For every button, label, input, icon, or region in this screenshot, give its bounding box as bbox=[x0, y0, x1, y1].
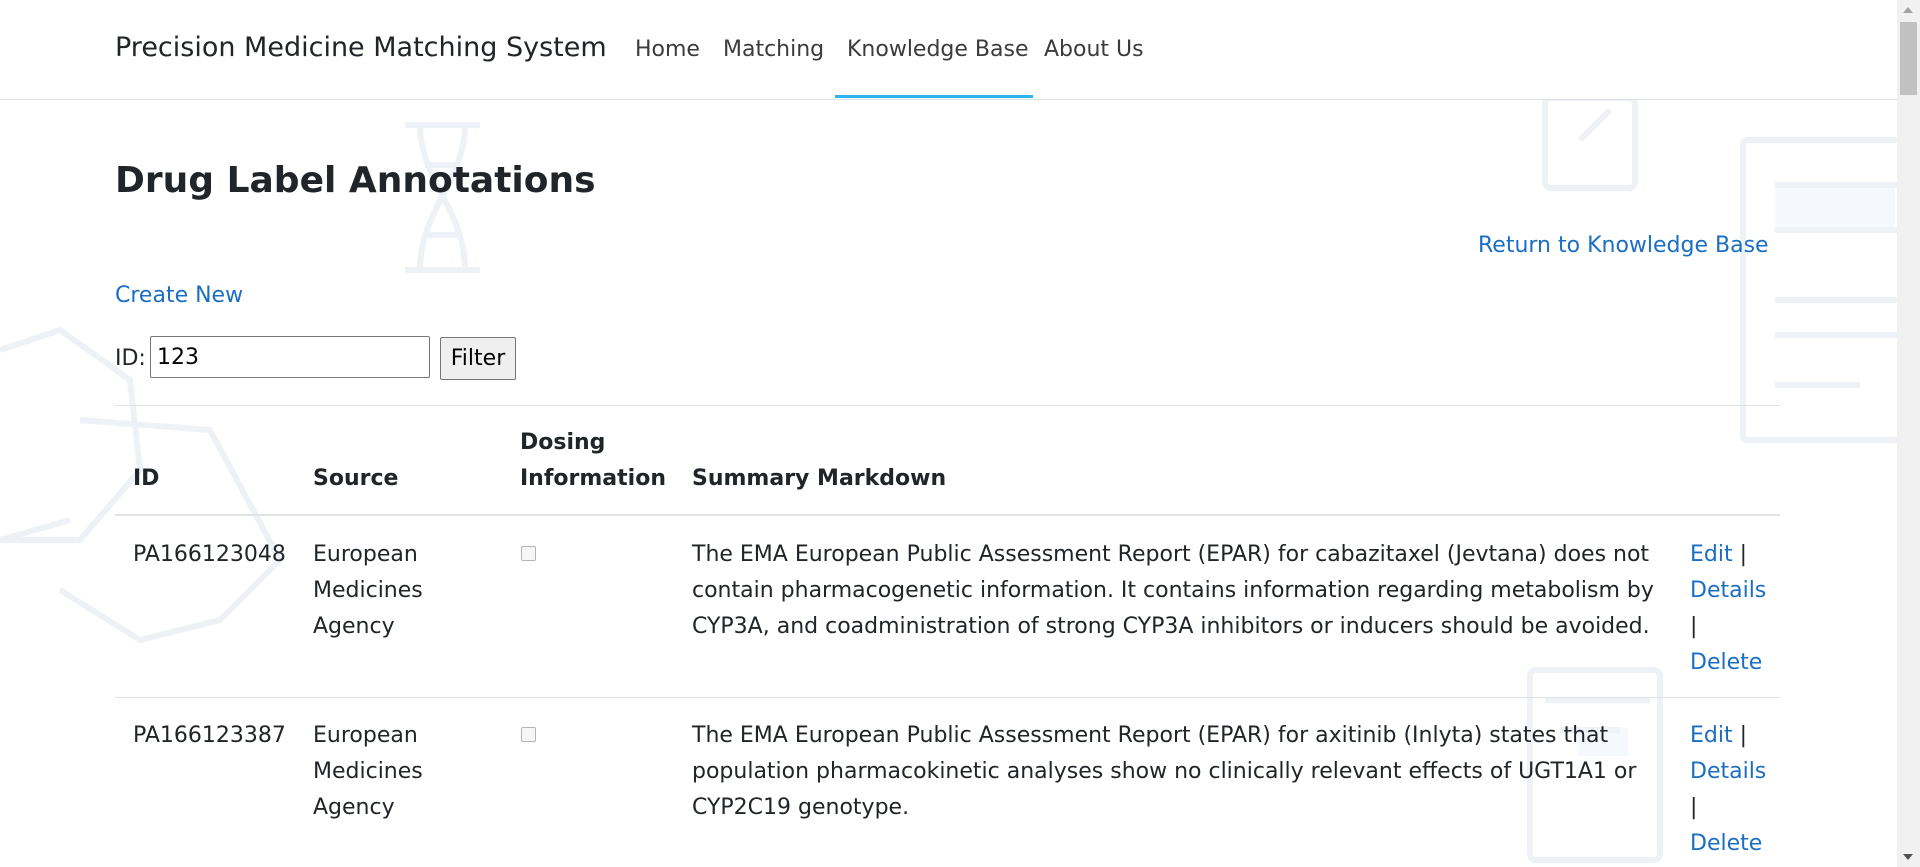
filter-button[interactable]: Filter bbox=[440, 337, 516, 380]
nav-item-knowledge-base[interactable]: Knowledge Base bbox=[847, 37, 1029, 62]
details-link[interactable]: Details bbox=[1690, 759, 1766, 784]
row-actions: Edit | Details | Delete bbox=[1690, 537, 1780, 681]
main-content: Drug Label Annotations Return to Knowled… bbox=[0, 0, 1897, 867]
dosing-information-checkbox bbox=[521, 727, 536, 742]
cell-id: PA166123048 bbox=[133, 542, 286, 567]
divider bbox=[115, 405, 1780, 406]
cell-summary: The EMA European Public Assessment Repor… bbox=[692, 542, 1654, 639]
create-new-link[interactable]: Create New bbox=[115, 283, 243, 308]
column-header-dosing-information: Dosing Information bbox=[520, 430, 666, 491]
table-header-border bbox=[115, 514, 1780, 516]
column-header-source: Source bbox=[313, 466, 399, 491]
cell-id: PA166123387 bbox=[133, 723, 286, 748]
filter-id-label: ID: bbox=[115, 346, 146, 371]
page-title: Drug Label Annotations bbox=[115, 160, 596, 201]
delete-link[interactable]: Delete bbox=[1690, 650, 1762, 675]
cell-source: European Medicines Agency bbox=[313, 723, 423, 820]
dosing-information-checkbox bbox=[521, 546, 536, 561]
scrollbar-thumb[interactable] bbox=[1900, 22, 1917, 95]
active-tab-indicator bbox=[835, 95, 1033, 98]
filter-id-input[interactable] bbox=[150, 336, 430, 378]
action-separator: | bbox=[1739, 542, 1748, 567]
top-navbar: Precision Medicine Matching System Home … bbox=[0, 0, 1897, 100]
row-divider bbox=[115, 697, 1780, 698]
action-separator: | bbox=[1690, 614, 1698, 639]
cell-summary: The EMA European Public Assessment Repor… bbox=[692, 723, 1637, 820]
details-link[interactable]: Details bbox=[1690, 578, 1766, 603]
edit-link[interactable]: Edit bbox=[1690, 542, 1733, 567]
action-separator: | bbox=[1690, 795, 1698, 820]
scroll-down-arrow-icon[interactable] bbox=[1903, 854, 1913, 860]
column-header-id: ID bbox=[133, 466, 160, 491]
nav-item-home[interactable]: Home bbox=[635, 37, 700, 62]
return-to-knowledge-base-link[interactable]: Return to Knowledge Base bbox=[1478, 233, 1769, 258]
delete-link[interactable]: Delete bbox=[1690, 831, 1762, 856]
row-actions: Edit | Details | Delete bbox=[1690, 718, 1780, 862]
brand-title[interactable]: Precision Medicine Matching System bbox=[115, 32, 607, 63]
nav-item-about-us[interactable]: About Us bbox=[1044, 37, 1144, 62]
scroll-up-arrow-icon[interactable] bbox=[1903, 7, 1913, 13]
vertical-scrollbar[interactable] bbox=[1897, 0, 1920, 867]
action-separator: | bbox=[1739, 723, 1748, 748]
cell-source: European Medicines Agency bbox=[313, 542, 423, 639]
nav-item-matching[interactable]: Matching bbox=[723, 37, 824, 62]
column-header-summary-markdown: Summary Markdown bbox=[692, 466, 947, 491]
edit-link[interactable]: Edit bbox=[1690, 723, 1733, 748]
